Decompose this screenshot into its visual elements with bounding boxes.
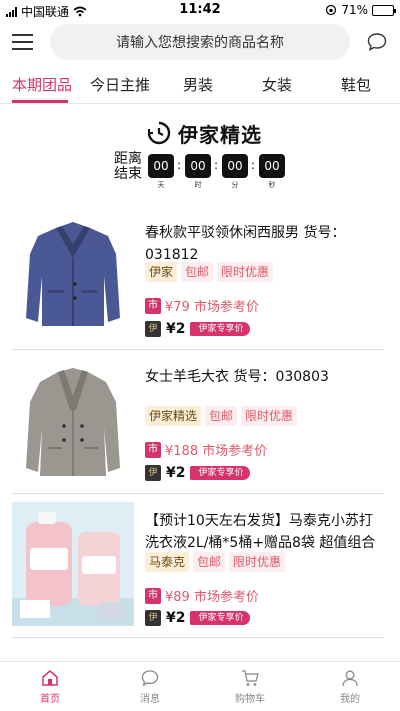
status-right: 71% [325,3,396,17]
menu-icon[interactable] [12,34,33,50]
countdown-hours: 00 [185,154,211,178]
member-price-badge: 伊家专享价 [190,611,250,625]
bottom-nav: 首页 消息 购物车 我的 [0,661,400,711]
member-price-badge: 伊家专享价 [190,466,250,480]
market-price-row: 市 ¥89 市场参考价 [145,586,259,605]
nav-home-label: 首页 [40,694,60,705]
tab-active-underline [12,100,68,103]
market-price: ¥79 市场参考价 [165,300,259,315]
countdown-colon: : [214,158,219,172]
member-price-badge: 伊家专享价 [190,322,250,336]
tag-limited-offer: 限时优惠 [229,552,286,572]
clock-icon [147,121,171,145]
product-card[interactable]: 女士羊毛大衣 货号：030803 伊家精选 包邮 限时优惠 市 ¥188 市场参… [12,352,384,494]
product-image-blazer [12,214,134,338]
product-card[interactable]: 春秋款平驳领休闲西服男 货号：031812 伊家 包邮 限时优惠 市 ¥79 市… [12,208,384,350]
product-tags: 伊家精选 包邮 限时优惠 [145,406,298,426]
market-icon: 市 [145,297,161,314]
chat-icon[interactable] [366,31,388,53]
tag-brand: 伊家精选 [145,406,202,426]
battery-icon [372,4,396,16]
tab-current-group[interactable]: 本期团品 [12,74,72,95]
countdown-colon: : [251,158,256,172]
member-price: ¥2 [166,465,186,481]
tag-limited-offer: 限时优惠 [217,262,274,282]
countdown-hours-unit: 时 [194,181,202,189]
member-price: ¥2 [166,610,186,626]
product-name[interactable]: 春秋款平驳领休闲西服男 货号：031812 [145,222,381,266]
nav-cart[interactable]: 购物车 [220,668,280,705]
member-price: ¥2 [166,321,186,337]
status-bar: 中国联通 11:42 71% [0,0,400,20]
countdown-colon: : [177,158,182,172]
battery-percent: 71% [341,3,368,17]
search-placeholder: 请输入您想搜索的商品名称 [116,35,284,51]
promo-title: 伊家精选 [146,118,262,148]
market-price-row: 市 ¥79 市场参考价 [145,296,259,315]
countdown-minutes: 00 [222,154,248,178]
product-image-detergent [12,502,134,626]
countdown-label: 距离结束 [114,151,142,182]
market-icon: 市 [145,587,161,604]
product-name[interactable]: 【预计10天左右发货】马泰克小苏打洗衣液2L/桶*5桶+赠品8袋 超值组合 [145,510,381,554]
search-input[interactable]: 请输入您想搜索的商品名称 [50,24,350,60]
market-price-row: 市 ¥188 市场参考价 [145,440,267,459]
tag-free-shipping: 包邮 [193,552,226,572]
nav-home[interactable]: 首页 [20,668,80,705]
member-price-row: 伊 ¥2 伊家专享价 [145,465,250,481]
promo-title-text: 伊家精选 [178,122,262,147]
tab-today-featured[interactable]: 今日主推 [90,74,150,95]
home-icon [42,670,58,686]
tab-shoes-bags[interactable]: 鞋包 [341,74,371,95]
countdown-days-unit: 天 [157,181,165,189]
countdown-minutes-unit: 分 [231,181,239,189]
nav-messages-label: 消息 [140,694,160,705]
yijia-logo-icon: 伊 [145,465,161,481]
yijia-logo-icon: 伊 [145,321,161,337]
tag-free-shipping: 包邮 [205,406,238,426]
nav-profile-label: 我的 [340,694,360,705]
tab-womenswear[interactable]: 女装 [262,74,292,95]
product-name[interactable]: 女士羊毛大衣 货号：030803 [145,366,381,388]
product-image-coat [12,358,134,482]
tag-free-shipping: 包邮 [181,262,214,282]
cart-icon [242,670,259,686]
header: 请输入您想搜索的商品名称 [0,22,400,64]
yijia-logo-icon: 伊 [145,610,161,626]
category-tabs: 本期团品 今日主推 男装 女装 鞋包 [0,68,400,104]
product-tags: 马泰克 包邮 限时优惠 [145,552,286,572]
product-tags: 伊家 包邮 限时优惠 [145,262,274,282]
orientation-lock-icon [326,4,337,16]
tab-menswear[interactable]: 男装 [183,74,213,95]
market-price: ¥188 市场参考价 [165,444,268,459]
nav-profile[interactable]: 我的 [320,668,380,705]
member-price-row: 伊 ¥2 伊家专享价 [145,610,250,626]
product-card[interactable]: 【预计10天左右发货】马泰克小苏打洗衣液2L/桶*5桶+赠品8袋 超值组合 马泰… [12,496,384,638]
user-icon [342,670,358,687]
market-price: ¥89 市场参考价 [165,590,259,605]
countdown-days: 00 [148,154,174,178]
tag-limited-offer: 限时优惠 [241,406,298,426]
tag-brand: 马泰克 [145,552,190,572]
message-icon [141,670,159,687]
tag-brand: 伊家 [145,262,178,282]
member-price-row: 伊 ¥2 伊家专享价 [145,321,250,337]
nav-cart-label: 购物车 [235,694,265,705]
countdown-seconds-unit: 秒 [268,181,276,189]
countdown-seconds: 00 [259,154,285,178]
market-icon: 市 [145,441,161,458]
nav-messages[interactable]: 消息 [120,668,180,705]
